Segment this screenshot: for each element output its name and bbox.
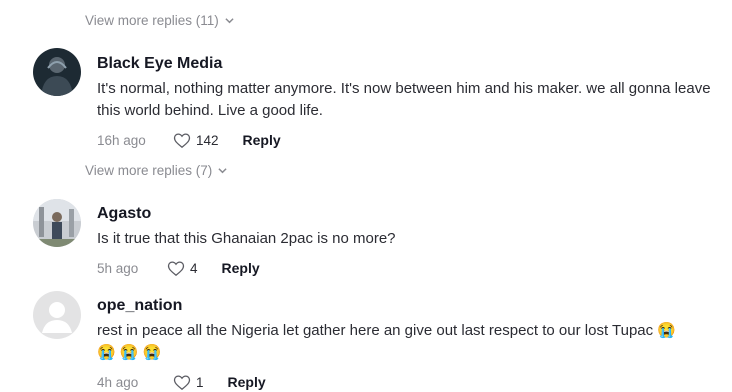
heart-icon bbox=[173, 374, 191, 390]
comment-meta: 5h ago 4 Reply bbox=[97, 258, 712, 278]
chevron-down-icon bbox=[218, 168, 227, 174]
like-button[interactable]: 1 bbox=[173, 374, 204, 391]
avatar[interactable] bbox=[33, 199, 81, 247]
view-more-replies-button[interactable]: View more replies (7) bbox=[85, 163, 227, 178]
comment-text: It's normal, nothing matter anymore. It'… bbox=[97, 80, 711, 119]
avatar-image bbox=[33, 199, 81, 247]
comment-item: Black Eye Media It's normal, nothing mat… bbox=[97, 54, 712, 150]
like-button[interactable]: 142 bbox=[173, 132, 219, 149]
view-more-label: View more replies (11) bbox=[85, 13, 219, 28]
comment-text: rest in peace all the Nigeria let gather… bbox=[97, 320, 712, 364]
view-more-label: View more replies (7) bbox=[85, 163, 213, 178]
comment-meta: 16h ago 142 Reply bbox=[97, 130, 712, 150]
crying-emoji-line: 😭 😭 😭 bbox=[97, 344, 162, 361]
comment-username[interactable]: Agasto bbox=[97, 204, 712, 224]
crying-emoji: 😭 bbox=[657, 322, 677, 339]
avatar[interactable] bbox=[33, 48, 81, 96]
view-more-replies-button[interactable]: View more replies (11) bbox=[85, 13, 234, 28]
comment-time: 5h ago bbox=[97, 260, 139, 276]
comment-text-body: rest in peace all the Nigeria let gather… bbox=[97, 322, 654, 339]
comment-item: Agasto Is it true that this Ghanaian 2pa… bbox=[97, 204, 712, 278]
comment-username[interactable]: ope_nation bbox=[97, 296, 712, 316]
like-count: 4 bbox=[190, 260, 198, 276]
like-count: 1 bbox=[196, 374, 204, 390]
reply-button[interactable]: Reply bbox=[228, 374, 266, 390]
comment-time: 16h ago bbox=[97, 132, 146, 148]
comment-item: ope_nation rest in peace all the Nigeria… bbox=[97, 296, 712, 392]
comment-username[interactable]: Black Eye Media bbox=[97, 54, 712, 74]
reply-button[interactable]: Reply bbox=[222, 260, 260, 276]
heart-icon bbox=[167, 260, 185, 276]
chevron-down-icon bbox=[225, 18, 234, 24]
avatar[interactable] bbox=[33, 291, 81, 339]
comment-meta: 4h ago 1 Reply bbox=[97, 372, 712, 392]
avatar-image bbox=[33, 48, 81, 96]
comment-time: 4h ago bbox=[97, 374, 139, 390]
like-count: 142 bbox=[196, 132, 219, 148]
default-avatar-icon bbox=[33, 291, 81, 339]
like-button[interactable]: 4 bbox=[167, 260, 198, 277]
heart-icon bbox=[173, 132, 191, 148]
comment-text: Is it true that this Ghanaian 2pac is no… bbox=[97, 230, 396, 247]
reply-button[interactable]: Reply bbox=[243, 132, 281, 148]
